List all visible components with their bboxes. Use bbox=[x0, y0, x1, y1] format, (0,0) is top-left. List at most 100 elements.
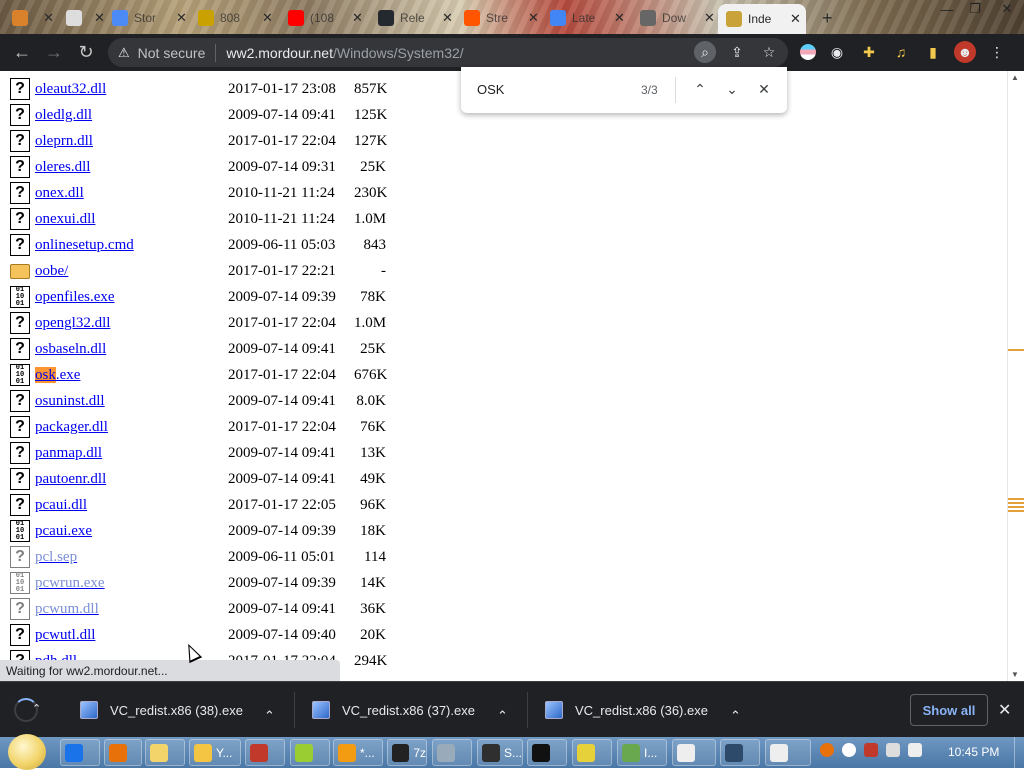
profile-avatar-icon[interactable]: ☻ bbox=[954, 41, 976, 63]
taskbar-app-button[interactable]: Y... bbox=[189, 739, 241, 766]
taskbar-app-button[interactable]: *... bbox=[333, 739, 383, 766]
download-menu-chevron-icon[interactable]: ⌃ bbox=[497, 702, 508, 730]
show-all-downloads-button[interactable]: Show all bbox=[910, 694, 988, 726]
taskbar-app-button[interactable] bbox=[104, 739, 142, 766]
find-close-button[interactable]: ✕ bbox=[754, 79, 774, 99]
file-link[interactable]: oleaut32.dll bbox=[35, 81, 106, 98]
file-link[interactable]: osuninst.dll bbox=[35, 393, 105, 410]
warning-icon[interactable]: ⚠ bbox=[118, 45, 130, 61]
taskbar-app-button[interactable] bbox=[60, 739, 100, 766]
tab-close-icon[interactable]: ✕ bbox=[442, 10, 453, 26]
browser-tab[interactable]: 808 ✕ bbox=[190, 4, 278, 32]
file-link[interactable]: oleprn.dll bbox=[35, 133, 93, 150]
taskbar-app-button[interactable]: S... bbox=[477, 739, 523, 766]
search-tray-icon[interactable] bbox=[820, 743, 834, 757]
download-item[interactable]: VC_redist.x86 (37).exe bbox=[312, 696, 475, 724]
taskbar-app-button[interactable] bbox=[765, 739, 811, 766]
browser-tab[interactable]: Late ✕ bbox=[542, 4, 630, 32]
file-link[interactable]: pcwrun.exe bbox=[35, 575, 105, 592]
address-bar[interactable]: ⚠ Not secure ww2.mordour.net/Windows/Sys… bbox=[108, 38, 788, 67]
browser-tab[interactable]: ✕ bbox=[58, 4, 105, 32]
scroll-down-icon[interactable]: ▼ bbox=[1011, 670, 1019, 679]
url-host[interactable]: ww2.mordour.net bbox=[226, 45, 333, 61]
tab-close-icon[interactable]: ✕ bbox=[352, 10, 363, 26]
taskbar-app-button[interactable]: I... bbox=[617, 739, 667, 766]
security-label[interactable]: Not secure bbox=[138, 45, 206, 61]
volume-icon[interactable] bbox=[908, 743, 922, 757]
side-panel-icon[interactable]: ▮ bbox=[922, 41, 944, 63]
file-link[interactable]: onex.dll bbox=[35, 185, 84, 202]
taskbar-app-button[interactable]: 7z bbox=[387, 739, 427, 766]
file-link[interactable]: oleres.dll bbox=[35, 159, 90, 176]
file-link[interactable]: oledlg.dll bbox=[35, 107, 92, 124]
minimize-button[interactable]: — bbox=[934, 0, 960, 18]
taskbar-app-button[interactable] bbox=[572, 739, 612, 766]
extensions-puzzle-icon[interactable]: ✚ bbox=[858, 41, 880, 63]
share-icon[interactable]: ⇪ bbox=[726, 41, 748, 63]
browser-tab[interactable]: Rele ✕ bbox=[370, 4, 454, 32]
menu-kebab-icon[interactable]: ⋮ bbox=[986, 41, 1008, 63]
tab-close-icon[interactable]: ✕ bbox=[43, 10, 54, 26]
url-path[interactable]: /Windows/System32/ bbox=[333, 45, 464, 61]
device-tray-icon[interactable] bbox=[886, 743, 900, 757]
file-link[interactable]: pcaui.dll bbox=[35, 497, 87, 514]
start-button[interactable] bbox=[8, 734, 46, 770]
taskbar-app-button[interactable] bbox=[432, 739, 472, 766]
file-link[interactable]: osk.exe bbox=[35, 367, 80, 384]
find-input[interactable]: OSK bbox=[477, 82, 504, 97]
taskbar-app-button[interactable] bbox=[672, 739, 716, 766]
browser-tab[interactable]: (108 ✕ bbox=[280, 4, 368, 32]
close-shelf-button[interactable]: ✕ bbox=[998, 700, 1011, 720]
restore-button[interactable]: ❐ bbox=[962, 0, 988, 18]
taskbar-app-button[interactable] bbox=[720, 739, 760, 766]
tab-close-icon[interactable]: ✕ bbox=[704, 10, 715, 26]
browser-tab[interactable]: Inde ✕ bbox=[718, 4, 806, 34]
back-button[interactable]: ← bbox=[6, 36, 38, 68]
browser-tab[interactable]: Stor ✕ bbox=[104, 4, 188, 32]
taskbar-app-button[interactable] bbox=[245, 739, 285, 766]
file-link[interactable]: panmap.dll bbox=[35, 445, 102, 462]
file-link[interactable]: pcwutl.dll bbox=[35, 627, 95, 644]
tab-close-icon[interactable]: ✕ bbox=[176, 10, 187, 26]
bookmark-star-icon[interactable]: ☆ bbox=[758, 41, 780, 63]
close-window-button[interactable]: ✕ bbox=[994, 0, 1020, 18]
file-link[interactable]: onlinesetup.cmd bbox=[35, 237, 134, 254]
file-link[interactable]: packager.dll bbox=[35, 419, 108, 436]
media-controls-icon[interactable]: ♫ bbox=[890, 41, 912, 63]
chevron-up-icon[interactable]: ⌃ bbox=[32, 702, 41, 715]
record-icon[interactable]: ◉ bbox=[826, 41, 848, 63]
clock[interactable]: 10:45 PM bbox=[948, 745, 999, 759]
download-item[interactable]: VC_redist.x86 (38).exe bbox=[80, 696, 243, 724]
reload-button[interactable]: ↻ bbox=[70, 36, 102, 68]
forward-button[interactable]: → bbox=[38, 36, 70, 68]
new-tab-button[interactable]: + bbox=[814, 4, 840, 32]
download-item[interactable]: VC_redist.x86 (36).exe bbox=[545, 696, 708, 724]
find-previous-button[interactable]: ⌃ bbox=[690, 79, 710, 99]
browser-tab[interactable]: Dow ✕ bbox=[632, 4, 716, 32]
tab-close-icon[interactable]: ✕ bbox=[528, 10, 539, 26]
file-link[interactable]: pcl.sep bbox=[35, 549, 77, 566]
tab-close-icon[interactable]: ✕ bbox=[262, 10, 273, 26]
file-link[interactable]: pcaui.exe bbox=[35, 523, 92, 540]
vertical-scrollbar[interactable]: ▲ ▼ bbox=[1007, 71, 1024, 681]
network-warning-icon[interactable] bbox=[864, 743, 878, 757]
file-link[interactable]: oobe/ bbox=[35, 263, 68, 280]
download-menu-chevron-icon[interactable]: ⌃ bbox=[730, 702, 741, 730]
browser-tab[interactable]: ✕ bbox=[4, 4, 54, 32]
taskbar-app-button[interactable] bbox=[527, 739, 567, 766]
emoji-tray-icon[interactable] bbox=[842, 743, 856, 757]
file-link[interactable]: onexui.dll bbox=[35, 211, 95, 228]
download-menu-chevron-icon[interactable]: ⌃ bbox=[264, 702, 275, 730]
find-next-button[interactable]: ⌄ bbox=[722, 79, 742, 99]
find-in-page-icon[interactable]: ⌕ bbox=[694, 41, 716, 63]
show-desktop-button[interactable] bbox=[1014, 737, 1024, 768]
file-link[interactable]: opengl32.dll bbox=[35, 315, 110, 332]
browser-tab[interactable]: Stre ✕ bbox=[456, 4, 540, 32]
profile-flag-icon[interactable] bbox=[800, 44, 816, 60]
file-link[interactable]: openfiles.exe bbox=[35, 289, 115, 306]
tab-close-icon[interactable]: ✕ bbox=[790, 11, 801, 27]
file-link[interactable]: osbaseln.dll bbox=[35, 341, 106, 358]
file-link[interactable]: pautoenr.dll bbox=[35, 471, 106, 488]
taskbar-app-button[interactable] bbox=[145, 739, 185, 766]
tab-close-icon[interactable]: ✕ bbox=[614, 10, 625, 26]
